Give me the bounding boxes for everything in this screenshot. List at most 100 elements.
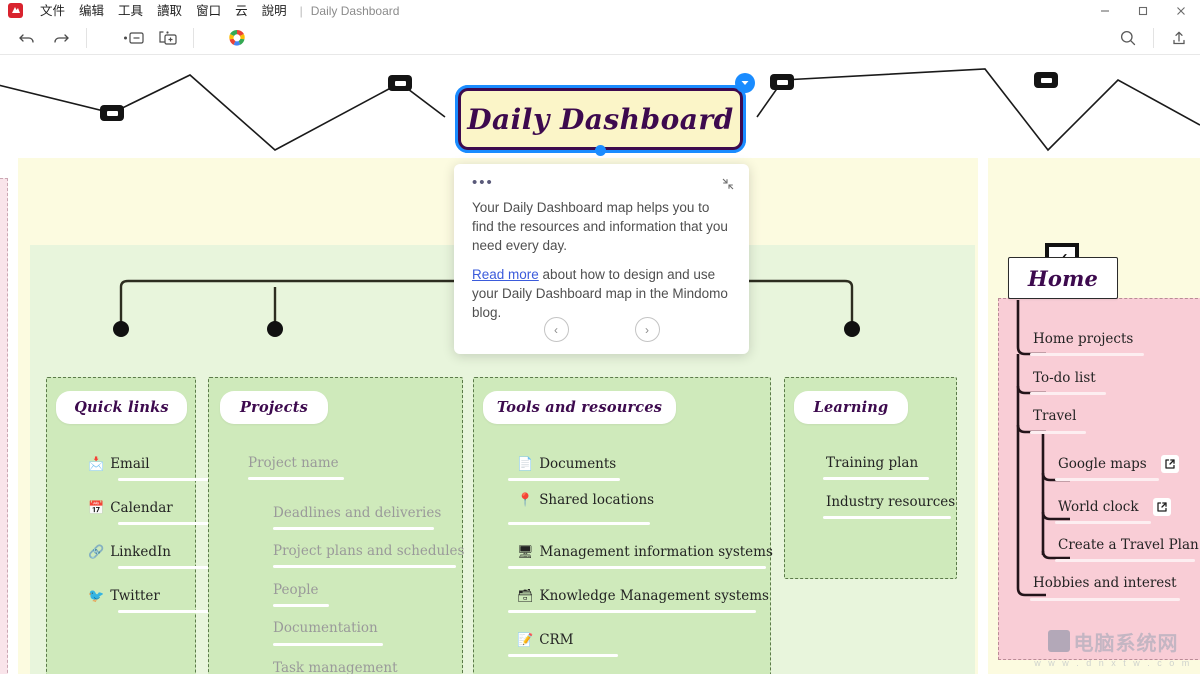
search-icon[interactable] xyxy=(1111,21,1145,55)
menu-tools[interactable]: 工具 xyxy=(111,0,150,21)
menu-edit[interactable]: 编辑 xyxy=(72,0,111,21)
undo-icon[interactable] xyxy=(10,21,44,55)
leaf-task-management[interactable]: Task management xyxy=(273,660,398,674)
leaf-underline xyxy=(248,477,344,480)
leaf-underline xyxy=(1030,392,1106,395)
menu-cloud[interactable]: 云 xyxy=(228,0,255,21)
leaf-label: Home projects xyxy=(1033,331,1134,347)
menu-window[interactable]: 窗口 xyxy=(189,0,228,21)
close-button[interactable] xyxy=(1162,0,1200,21)
leaf-documents[interactable]: 📄 Documents xyxy=(517,456,616,472)
leaf-label: Shared locations xyxy=(539,492,655,508)
menu-file[interactable]: 文件 xyxy=(33,0,72,21)
leaf-label: Training plan xyxy=(826,455,919,471)
external-link-icon[interactable] xyxy=(1152,498,1171,516)
add-subtopic-icon[interactable] xyxy=(151,21,185,55)
leaf-home-projects[interactable]: Home projects xyxy=(1033,331,1133,347)
leaf-linkedin[interactable]: 🔗 LinkedIn xyxy=(88,544,171,560)
leaf-underline xyxy=(273,643,383,646)
leaf-hobbies-and-interest[interactable]: Hobbies and interest xyxy=(1033,575,1177,591)
leaf-underline xyxy=(823,477,929,480)
leaf-calendar[interactable]: 📅 Calendar xyxy=(88,500,173,516)
branch-title-projects[interactable]: Projects xyxy=(220,391,328,424)
popup-more-menu[interactable]: ••• xyxy=(472,175,731,190)
mindmap-canvas[interactable]: ✓ Quick links 📩 Email 📅 Calendar 🔗 Linke… xyxy=(0,55,1200,674)
leaf-travel[interactable]: Travel xyxy=(1033,408,1076,424)
window-controls xyxy=(1086,0,1200,21)
leaf-label: Twitter xyxy=(110,588,160,604)
menu-bar: 文件 编辑 工具 讀取 窗口 云 說明 | Daily Dashboard xyxy=(0,0,1200,21)
link-icon: 🔗 xyxy=(88,544,105,560)
branch-title-label: Quick links xyxy=(74,399,169,416)
chevron-left-icon: ‹ xyxy=(554,322,558,337)
external-link-icon[interactable] xyxy=(1160,455,1179,473)
watermark-url: w w w . d n x t w . c o m xyxy=(1034,657,1192,668)
topic-note-popup[interactable]: ••• Your Daily Dashboard map helps you t… xyxy=(454,164,749,354)
leaf-industry-resources[interactable]: Industry resources xyxy=(826,494,955,510)
leaf-crm[interactable]: 📝 CRM xyxy=(517,632,574,648)
leaf-google-maps[interactable]: Google maps xyxy=(1058,455,1179,473)
branch-title-label: Learning xyxy=(813,399,889,416)
branch-title-home[interactable]: Home xyxy=(1008,257,1118,299)
share-upload-icon[interactable] xyxy=(1162,21,1196,55)
leaf-documentation[interactable]: Documentation xyxy=(273,620,378,636)
toolbar-divider-3 xyxy=(1153,28,1154,48)
leaf-deadlines[interactable]: Deadlines and deliveries xyxy=(273,505,441,521)
central-topic-node[interactable]: Daily Dashboard xyxy=(455,85,746,153)
leaf-label: Documentation xyxy=(273,620,378,636)
note-icon: 📝 xyxy=(517,632,534,648)
leaf-mis[interactable]: 🖥 Management information systems xyxy=(517,544,773,560)
leaf-underline xyxy=(1055,521,1151,524)
leaf-email[interactable]: 📩 Email xyxy=(88,456,150,472)
menu-read[interactable]: 讀取 xyxy=(150,0,189,21)
leaf-people[interactable]: People xyxy=(273,582,319,598)
leaf-create-travel-plan[interactable]: Create a Travel Plan xyxy=(1058,537,1199,553)
collapse-toggle-button[interactable] xyxy=(735,73,755,93)
redo-icon[interactable] xyxy=(44,21,78,55)
leaf-label: Management information systems xyxy=(539,544,773,560)
leaf-label: LinkedIn xyxy=(110,544,172,560)
node-drag-handle[interactable] xyxy=(595,145,606,156)
leaf-label: Task management xyxy=(273,660,398,674)
menu-separator: | xyxy=(299,3,303,18)
leaf-label: World clock xyxy=(1058,499,1139,515)
minimize-button[interactable] xyxy=(1086,0,1124,21)
leaf-label: Deadlines and deliveries xyxy=(273,505,442,521)
leaf-label: Google maps xyxy=(1058,456,1147,472)
leaf-training-plan[interactable]: Training plan xyxy=(826,455,918,471)
leaf-underline xyxy=(508,610,756,613)
watermark: 电脑系统网 w w w . d n x t w . c o m xyxy=(1026,620,1200,674)
leaf-label: To-do list xyxy=(1033,370,1096,386)
leaf-project-plans[interactable]: Project plans and schedules xyxy=(273,543,464,559)
leaf-underline xyxy=(508,522,650,525)
color-wheel-icon[interactable] xyxy=(220,21,254,55)
calendar-icon: 📅 xyxy=(88,500,105,516)
popup-next-button[interactable]: › xyxy=(634,317,660,342)
popup-prev-button[interactable]: ‹ xyxy=(543,317,569,342)
collapsed-topic-chip[interactable] xyxy=(770,74,794,90)
popup-navigation: ‹ › xyxy=(454,317,749,342)
twitter-bird-icon: 🐦 xyxy=(88,588,105,604)
shrink-icon[interactable] xyxy=(721,177,735,196)
leaf-shared-locations[interactable]: 📍 Shared locations xyxy=(517,492,654,508)
collapsed-topic-chip[interactable] xyxy=(388,75,412,91)
maximize-button[interactable] xyxy=(1124,0,1162,21)
leaf-label: Travel xyxy=(1033,408,1077,424)
leaf-project-name[interactable]: Project name xyxy=(248,455,339,471)
leaf-label: Email xyxy=(110,456,150,472)
add-topic-icon[interactable] xyxy=(117,21,151,55)
leaf-todo-list[interactable]: To-do list xyxy=(1033,370,1096,386)
read-more-link[interactable]: Read more xyxy=(472,267,539,282)
leaf-world-clock[interactable]: World clock xyxy=(1058,498,1171,516)
leaf-underline xyxy=(1030,598,1180,601)
central-topic-label: Daily Dashboard xyxy=(467,102,734,136)
leaf-kms[interactable]: 🗃 Knowledge Management systems xyxy=(517,588,769,604)
branch-title-tools[interactable]: Tools and resources xyxy=(483,391,676,424)
menu-help[interactable]: 說明 xyxy=(255,0,294,21)
collapsed-topic-chip[interactable] xyxy=(1034,72,1058,88)
branch-title-learning[interactable]: Learning xyxy=(794,391,908,424)
watermark-row: 电脑系统网 xyxy=(1047,627,1179,656)
collapsed-topic-chip[interactable] xyxy=(100,105,124,121)
leaf-twitter[interactable]: 🐦 Twitter xyxy=(88,588,160,604)
branch-title-quick-links[interactable]: Quick links xyxy=(56,391,187,424)
